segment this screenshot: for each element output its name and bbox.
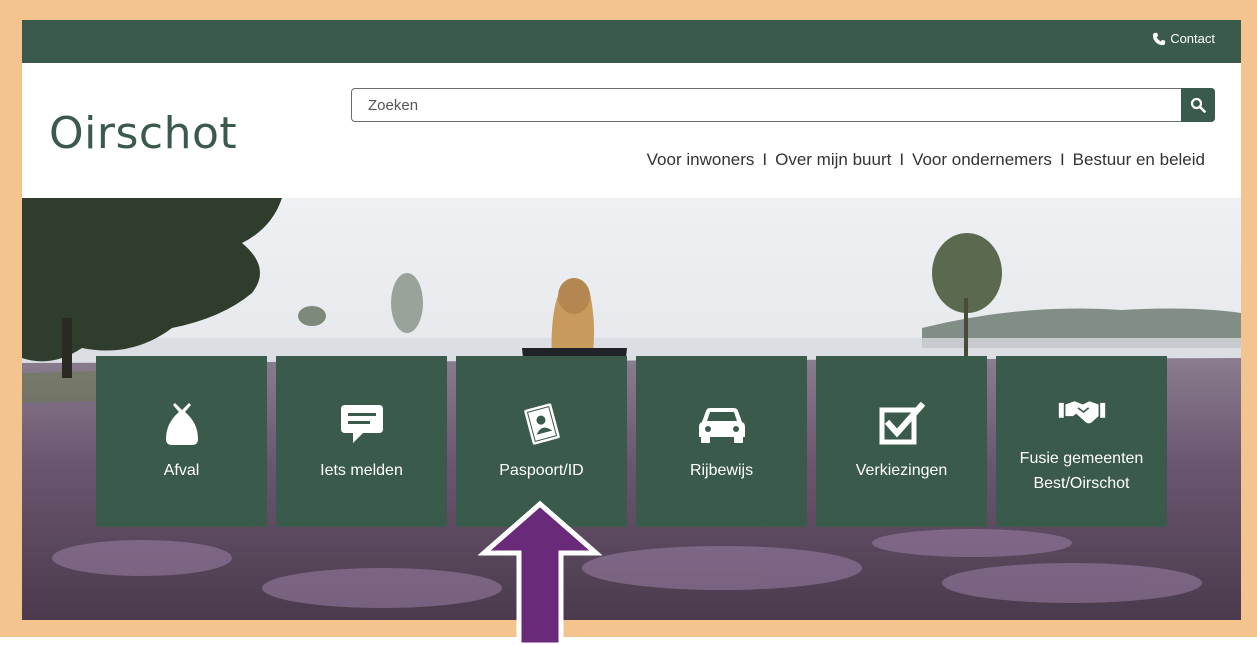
car-icon (698, 400, 746, 448)
search-input[interactable] (352, 89, 1178, 121)
tile-label: Rijbewijs (689, 462, 754, 479)
message-icon (338, 400, 386, 448)
oirschot-logo[interactable]: Oirschot (49, 108, 237, 159)
tile-fusie[interactable]: Fusie gemeenten Best/Oirschot (996, 356, 1167, 527)
quick-links: Afval Iets melden Paspoort/ID Rijbewijs … (96, 356, 1167, 527)
handshake-icon (1058, 388, 1106, 436)
tile-label: Fusie gemeenten Best/Oirschot (1019, 449, 1144, 492)
contact-label: Contact (1170, 31, 1215, 46)
waste-bag-icon (158, 400, 206, 448)
tile-label: Paspoort/ID (499, 462, 584, 479)
search-button[interactable] (1181, 88, 1215, 122)
contact-link[interactable]: Contact (1152, 31, 1215, 46)
search-icon (1190, 97, 1206, 113)
tile-verkiezingen[interactable]: Verkiezingen (816, 356, 987, 527)
passport-icon (518, 400, 566, 448)
nav-separator: I (1059, 150, 1065, 169)
tile-iets-melden[interactable]: Iets melden (276, 356, 447, 527)
website: Contact Oirschot Voor inwoners I Over mi… (22, 20, 1241, 620)
nav-separator: I (762, 150, 768, 169)
tile-afval[interactable]: Afval (96, 356, 267, 527)
nav-item-bestuur-en-beleid[interactable]: Bestuur en beleid (1073, 150, 1205, 170)
main-nav: Voor inwoners I Over mijn buurt I Voor o… (647, 150, 1205, 170)
hero-banner: Afval Iets melden Paspoort/ID Rijbewijs … (22, 198, 1241, 620)
phone-icon (1153, 32, 1166, 45)
search-bar (351, 88, 1215, 122)
nav-item-voor-ondernemers[interactable]: Voor ondernemers (912, 150, 1052, 170)
up-arrow-annotation (478, 500, 602, 645)
ballot-check-icon (878, 400, 926, 448)
site-header: Oirschot Voor inwoners I Over mijn buurt… (22, 63, 1241, 198)
nav-separator: I (899, 150, 905, 169)
tile-label: Verkiezingen (855, 462, 948, 479)
nav-item-over-mijn-buurt[interactable]: Over mijn buurt (775, 150, 891, 170)
tile-label: Iets melden (320, 462, 403, 479)
tile-rijbewijs[interactable]: Rijbewijs (636, 356, 807, 527)
tile-label: Afval (163, 462, 200, 479)
top-bar: Contact (22, 20, 1241, 63)
nav-item-voor-inwoners[interactable]: Voor inwoners (647, 150, 755, 170)
